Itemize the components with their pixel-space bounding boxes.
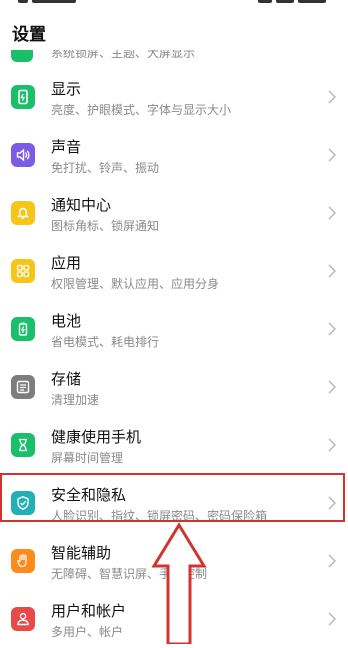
settings-item-sound[interactable]: 声音 免打扰、铃声、振动	[0, 126, 348, 184]
settings-item-display[interactable]: 显示 亮度、护眼模式、字体与显示大小	[0, 68, 348, 126]
user-icon	[11, 607, 35, 631]
list-item-subtitle: 多用户、帐户	[51, 625, 124, 639]
chevron-right-icon	[328, 147, 336, 162]
status-bar	[0, 0, 348, 14]
list-item-title: 健康使用手机	[51, 428, 142, 446]
list-item-subtitle: 图标角标、锁屏通知	[51, 219, 160, 233]
chevron-right-icon	[328, 89, 336, 104]
chevron-right-icon	[328, 321, 336, 336]
bell-icon	[11, 201, 35, 225]
list-item-title: 显示	[51, 80, 82, 98]
settings-item-notifications[interactable]: 通知中心 图标角标、锁屏通知	[0, 184, 348, 242]
settings-item-apps[interactable]: 应用 权限管理、默认应用、应用分身	[0, 242, 348, 300]
chevron-right-icon	[328, 379, 336, 394]
settings-item-digital-wellbeing[interactable]: 健康使用手机 屏幕时间管理	[0, 416, 348, 474]
apps-grid-icon	[11, 259, 35, 283]
highlight-box	[0, 473, 345, 522]
chevron-right-icon	[328, 263, 336, 278]
status-left-icons	[18, 0, 88, 5]
list-item-subtitle: 清理加速	[51, 393, 100, 407]
page-title: 设置	[12, 25, 46, 45]
hand-icon	[11, 549, 35, 573]
storage-icon	[11, 375, 35, 399]
battery-icon	[11, 317, 35, 341]
list-item-partial[interactable]: 系统锁屏、主题、大屏显示	[0, 50, 348, 64]
chevron-right-icon	[328, 553, 336, 568]
theme-icon	[11, 50, 33, 62]
list-item-subtitle: 屏幕时间管理	[51, 451, 124, 465]
hourglass-icon	[11, 433, 35, 457]
sound-icon	[11, 143, 35, 167]
status-right-icons	[258, 0, 328, 5]
list-item-subtitle: 权限管理、默认应用、应用分身	[51, 277, 220, 291]
list-item-title: 智能辅助	[51, 544, 112, 562]
settings-item-storage[interactable]: 存储 清理加速	[0, 358, 348, 416]
annotation-arrow-icon	[151, 522, 207, 644]
list-item-title: 存储	[51, 370, 82, 388]
list-item-subtitle: 省电模式、耗电排行	[51, 335, 160, 349]
chevron-right-icon	[328, 611, 336, 626]
list-item-title: 用户和帐户	[51, 602, 127, 620]
chevron-right-icon	[328, 205, 336, 220]
list-item-subtitle: 免打扰、铃声、振动	[51, 161, 160, 175]
list-item-title: 通知中心	[51, 196, 112, 214]
list-item-subtitle: 系统锁屏、主题、大屏显示	[51, 50, 196, 60]
chevron-right-icon	[328, 437, 336, 452]
settings-item-battery[interactable]: 电池 省电模式、耗电排行	[0, 300, 348, 358]
display-icon	[11, 85, 35, 109]
list-item-title: 声音	[51, 138, 82, 156]
list-item-title: 电池	[51, 312, 82, 330]
list-item-subtitle: 亮度、护眼模式、字体与显示大小	[51, 103, 232, 117]
list-item-title: 应用	[51, 254, 82, 272]
